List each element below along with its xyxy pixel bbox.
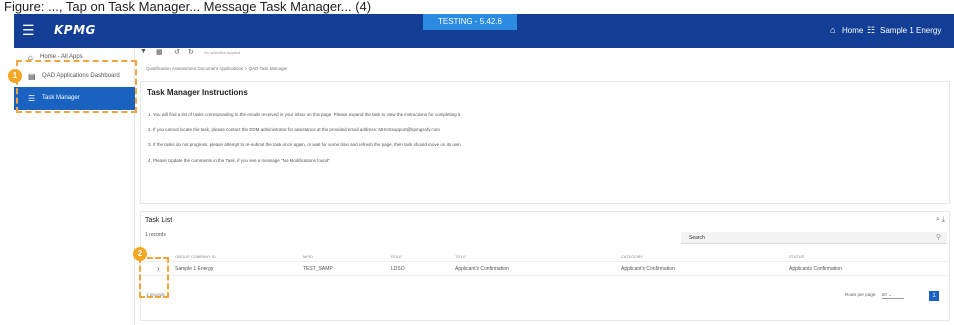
rows-per-page-value: 20 [881, 292, 887, 297]
instruction-line: 1. You will find a list of tasks corresp… [148, 112, 462, 117]
undo-icon[interactable]: ↺ [174, 48, 180, 56]
zoom-icon[interactable]: ⌕ [936, 216, 940, 223]
columns-icon[interactable]: ▦ [156, 48, 163, 56]
rows-per-page-select[interactable]: 20 ⌄ [881, 292, 904, 299]
caption-text: Figure: ..., Tap on Task Manager... Mess… [0, 0, 954, 14]
column-header[interactable]: TITLE [455, 254, 466, 259]
column-header[interactable]: STATUS [789, 254, 804, 259]
top-bar: ☰ KPMG TESTING - 5.42.6 ⌂ Home ☷ Sample … [14, 14, 954, 48]
column-header[interactable]: MPID [303, 254, 313, 259]
records-count: 1 records [145, 232, 166, 238]
search-icon[interactable]: ⚲ [936, 233, 941, 241]
cell-status: Applicants Confirmation [789, 266, 842, 272]
home-link[interactable]: Home [842, 26, 863, 35]
rows-per-page-label: Rows per page: [845, 292, 877, 297]
instruction-line: 4. Please Update the comments in the Tas… [148, 158, 330, 163]
home-icon[interactable]: ⌂ [830, 25, 835, 35]
pagination: Rows per page: 20 ⌄ [845, 292, 904, 299]
breadcrumb-separator: > [244, 66, 248, 71]
filter-icon[interactable]: ▼ [140, 48, 147, 55]
column-header[interactable]: GROUP COMPANY ID [175, 254, 216, 259]
step-badge-2: 2 [133, 247, 147, 261]
task-list-panel: Task List 1 records ⌕ ⤓ Search ⚲ GROUP C… [140, 211, 951, 321]
kpmg-logo: KPMG [54, 23, 96, 37]
step-badge-1: 1 [8, 69, 22, 83]
task-list-title: Task List [145, 217, 173, 224]
page: Figure: ..., Tap on Task Manager... Mess… [0, 0, 954, 325]
hamburger-menu-icon[interactable]: ☰ [22, 23, 35, 37]
refresh-icon[interactable]: ↻ [188, 48, 194, 56]
instruction-line: 2. If you cannot locate the task, please… [148, 127, 440, 132]
organization-name[interactable]: Sample 1 Energy [880, 26, 941, 35]
column-header[interactable]: ROLE [391, 254, 402, 259]
breadcrumb: Qualification Assessment Document Applic… [146, 66, 288, 71]
cell-role: LDSO [391, 266, 405, 272]
cell-mpid: TEST_SAMP [303, 266, 333, 272]
table-row[interactable]: › Sample 1 Energy TEST_SAMP LDSO Applica… [141, 262, 951, 276]
instructions-panel: Task Manager Instructions 1. You will fi… [140, 81, 950, 204]
search-label: Search [689, 235, 705, 241]
breadcrumb-parent[interactable]: Qualification Assessment Document Applic… [146, 66, 243, 71]
task-list-tools: ⌕ ⤓ [936, 216, 945, 224]
breadcrumb-current: QAD Task Manager [248, 66, 288, 71]
organization-icon: ☷ [867, 25, 876, 35]
callout-highlight-task-manager [16, 60, 137, 113]
environment-badge: TESTING - 5.42.6 [423, 14, 517, 30]
cell-group-company: Sample 1 Energy [175, 266, 214, 272]
toolbar: ▼ ▦ ↺ ↻ No selection applied [136, 48, 954, 60]
search-input[interactable]: Search ⚲ [681, 232, 947, 244]
column-header[interactable]: CATEGORY [621, 254, 643, 259]
download-icon[interactable]: ⤓ [942, 216, 945, 223]
page-button-current[interactable]: 1 [929, 291, 939, 301]
records-footer: 1 records [146, 292, 165, 297]
toolbar-status: No selection applied [204, 50, 241, 55]
cell-title: Applicant's Confirmation [455, 266, 509, 272]
table-header: GROUP COMPANY ID MPID ROLE TITLE CATEGOR… [141, 249, 951, 262]
instruction-line: 3. If the tasks do not progress, please … [148, 142, 461, 147]
instructions-title: Task Manager Instructions [147, 88, 248, 97]
cell-category: Applicant's Confirmation [621, 266, 675, 272]
